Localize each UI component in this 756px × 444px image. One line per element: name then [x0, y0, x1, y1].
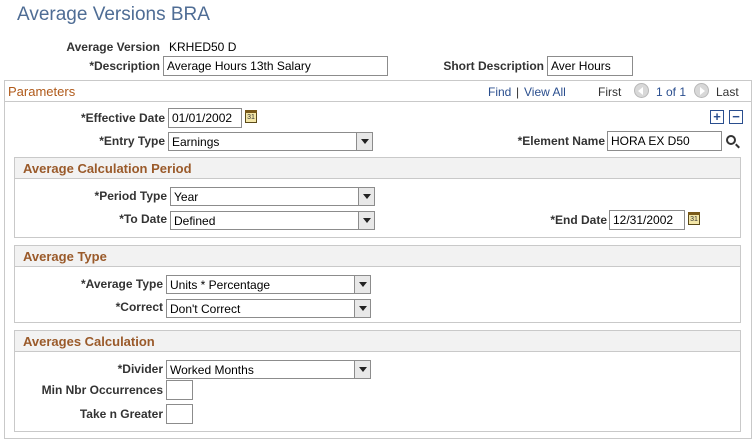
avg-calc-period-header: Average Calculation Period: [14, 157, 741, 179]
effective-date-label: *Effective Date: [80, 111, 165, 125]
chevron-down-icon: [354, 300, 370, 317]
row-counter: 1 of 1: [656, 85, 687, 99]
take-n-greater-input[interactable]: [166, 404, 193, 424]
avg-type-header: Average Type: [14, 245, 741, 267]
short-description-input[interactable]: Aver Hours: [547, 56, 633, 76]
element-name-input[interactable]: HORA EX D50: [607, 131, 722, 151]
short-description-label: Short Description: [443, 59, 544, 73]
min-nbr-occurrences-label: Min Nbr Occurrences: [41, 383, 163, 397]
take-n-greater-label: Take n Greater: [79, 407, 163, 421]
chevron-down-icon: [354, 361, 370, 378]
parameters-title: Parameters: [8, 84, 76, 99]
add-row-icon[interactable]: +: [710, 110, 724, 124]
divider-select[interactable]: Worked Months: [166, 360, 371, 379]
parameters-header-divider: [4, 101, 752, 102]
effective-date-input[interactable]: 01/01/2002: [168, 108, 242, 128]
chevron-down-icon: [356, 133, 372, 150]
entry-type-label: *Entry Type: [99, 134, 165, 148]
average-type-select[interactable]: Units * Percentage: [166, 275, 371, 294]
chevron-down-icon: [358, 212, 374, 229]
element-name-label: *Element Name: [517, 134, 605, 148]
divider-value: Worked Months: [170, 363, 254, 377]
divider-label: *Divider: [117, 362, 163, 376]
average-version-value: KRHED50 D: [169, 40, 237, 54]
chevron-down-icon: [354, 276, 370, 293]
average-version-label: Average Version: [66, 40, 160, 54]
description-input[interactable]: Average Hours 13th Salary: [163, 56, 388, 76]
to-date-value: Defined: [174, 214, 216, 228]
entry-type-select[interactable]: Earnings: [168, 132, 373, 151]
last-label: Last: [716, 85, 739, 99]
chevron-down-icon: [358, 188, 374, 205]
search-icon[interactable]: [726, 135, 736, 145]
nav-separator: |: [516, 85, 520, 99]
calendar-icon[interactable]: 31: [245, 110, 257, 123]
next-row-icon[interactable]: [694, 83, 709, 98]
first-label: First: [598, 85, 622, 99]
end-date-label: *End Date: [550, 213, 607, 227]
average-type-value: Units * Percentage: [170, 278, 271, 292]
to-date-select[interactable]: Defined: [170, 211, 375, 230]
entry-type-value: Earnings: [172, 135, 220, 149]
delete-row-icon[interactable]: −: [729, 110, 743, 124]
view-all-link[interactable]: View All: [524, 85, 566, 99]
avg-calculation-header: Averages Calculation: [14, 330, 741, 352]
previous-row-icon[interactable]: [634, 83, 649, 98]
period-type-value: Year: [174, 190, 199, 204]
correct-select[interactable]: Don't Correct: [166, 299, 371, 318]
calendar-icon[interactable]: 31: [688, 212, 700, 225]
correct-value: Don't Correct: [170, 302, 241, 316]
min-nbr-occurrences-input[interactable]: [166, 380, 193, 400]
page-title: Average Versions BRA: [17, 4, 210, 25]
period-type-select[interactable]: Year: [170, 187, 375, 206]
average-type-label: *Average Type: [80, 277, 163, 291]
to-date-label: *To Date: [119, 212, 167, 226]
end-date-input[interactable]: 12/31/2002: [609, 210, 685, 230]
description-label: *Description: [89, 59, 160, 73]
correct-label: *Correct: [115, 300, 163, 314]
find-link[interactable]: Find: [488, 85, 511, 99]
period-type-label: *Period Type: [94, 189, 167, 203]
